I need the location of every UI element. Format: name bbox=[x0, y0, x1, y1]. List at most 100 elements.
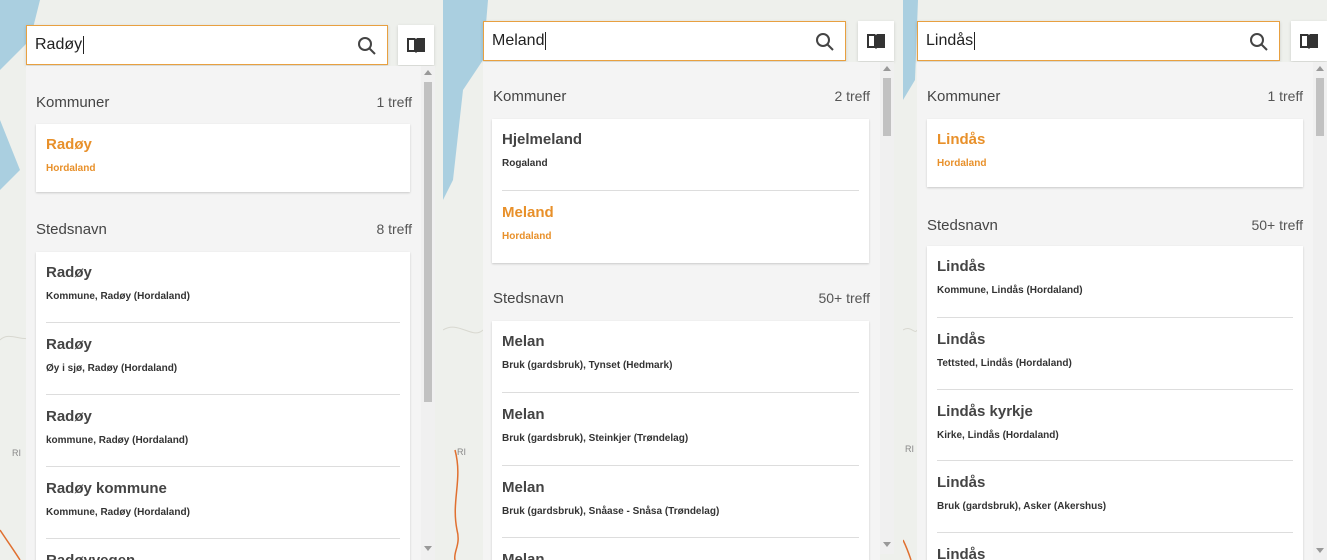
section-count: 50+ treff bbox=[818, 290, 870, 306]
divider bbox=[937, 460, 1293, 461]
list-item[interactable]: Radøyvegen bbox=[46, 540, 400, 560]
item-sub: Kommune, Lindås (Hordaland) bbox=[937, 285, 1083, 296]
book-icon bbox=[867, 34, 885, 49]
section-header-stedsnavn: Stedsnavn 50+ treff bbox=[483, 280, 880, 316]
item-sub: Hordaland bbox=[46, 163, 96, 174]
scrollbar-thumb[interactable] bbox=[1316, 78, 1324, 136]
map-label: RI bbox=[905, 444, 914, 454]
item-name: Radøy bbox=[46, 336, 92, 353]
item-name: Melan bbox=[502, 551, 545, 560]
section-header-stedsnavn: Stedsnavn 8 treff bbox=[26, 211, 422, 247]
scrollbar-thumb[interactable] bbox=[883, 78, 891, 136]
scrollbar[interactable] bbox=[880, 62, 894, 554]
item-name: Lindås bbox=[937, 131, 986, 148]
search-icon[interactable] bbox=[815, 32, 835, 52]
list-item[interactable]: Lindås Tettsted, Lindås (Hordaland) bbox=[937, 319, 1293, 369]
divider bbox=[502, 392, 859, 393]
list-item[interactable]: Radøy Øy i sjø, Radøy (Hordaland) bbox=[46, 324, 400, 374]
section-title: Kommuner bbox=[36, 93, 110, 111]
divider bbox=[46, 466, 400, 467]
divider bbox=[46, 322, 400, 323]
book-button[interactable] bbox=[1291, 21, 1327, 61]
section-header-kommuner: Kommuner 1 treff bbox=[917, 78, 1313, 114]
item-sub: Øy i sjø, Radøy (Hordaland) bbox=[46, 363, 178, 374]
search-input[interactable]: Radøy bbox=[26, 25, 388, 65]
item-sub: Hordaland bbox=[937, 158, 987, 169]
section-title: Stedsnavn bbox=[493, 289, 564, 307]
item-sub: Kommune, Radøy (Hordaland) bbox=[46, 507, 190, 518]
results-list[interactable]: Kommuner 2 treff Hjelmeland Rogaland Mel… bbox=[483, 62, 880, 560]
divider bbox=[937, 317, 1293, 318]
book-button[interactable] bbox=[858, 21, 894, 61]
item-name: Melan bbox=[502, 406, 545, 423]
list-item[interactable]: Lindås Bruk (gardsbruk), Asker (Akershus… bbox=[937, 462, 1293, 512]
item-name: Radøy kommune bbox=[46, 480, 167, 497]
list-item[interactable]: Radøy kommune Kommune, Radøy (Hordaland) bbox=[46, 468, 400, 518]
section-count: 8 treff bbox=[376, 221, 412, 237]
search-input[interactable]: Meland bbox=[483, 21, 846, 61]
list-item[interactable]: Radøy Kommune, Radøy (Hordaland) bbox=[46, 252, 400, 302]
book-button[interactable] bbox=[398, 25, 434, 65]
search-input-value: Lindås bbox=[926, 32, 974, 49]
list-item[interactable]: Lindås Hordaland bbox=[937, 119, 1293, 169]
section-count: 50+ treff bbox=[1251, 217, 1303, 233]
results-list[interactable]: Kommuner 1 treff Lindås Hordaland Stedsn… bbox=[917, 62, 1313, 560]
section-count: 1 treff bbox=[376, 94, 412, 110]
divider bbox=[937, 532, 1293, 533]
list-item[interactable]: Lindås bbox=[937, 534, 1293, 560]
section-title: Stedsnavn bbox=[927, 216, 998, 234]
item-sub: kommune, Radøy (Hordaland) bbox=[46, 435, 189, 446]
item-sub: Bruk (gardsbruk), Asker (Akershus) bbox=[937, 501, 1107, 512]
section-count: 2 treff bbox=[834, 88, 870, 104]
results-list[interactable]: Kommuner 1 treff Radøy Hordaland Stedsna… bbox=[26, 66, 422, 560]
list-item[interactable]: Melan Bruk (gardsbruk), Steinkjer (Trønd… bbox=[502, 394, 859, 444]
section-title: Stedsnavn bbox=[36, 220, 107, 238]
search-panel-meland: RI Meland Kommuner 2 treff Hjelmeland Ro… bbox=[443, 0, 903, 560]
item-name: Hjelmeland bbox=[502, 131, 583, 148]
section-title: Kommuner bbox=[493, 87, 567, 105]
item-sub: Kirke, Lindås (Hordaland) bbox=[937, 430, 1059, 441]
search-input-value: Meland bbox=[492, 32, 545, 49]
map-label: RI bbox=[457, 447, 466, 457]
list-item[interactable]: Melan Bruk (gardsbruk), Snåase - Snåsa (… bbox=[502, 467, 859, 517]
section-header-kommuner: Kommuner 2 treff bbox=[483, 78, 880, 114]
list-item[interactable]: Meland Hordaland bbox=[502, 192, 859, 242]
list-item[interactable]: Melan Bruk (gardsbruk), Tynset (Hedmark) bbox=[502, 321, 859, 371]
section-title: Kommuner bbox=[927, 87, 1001, 105]
list-item[interactable]: Melan bbox=[502, 539, 859, 560]
list-item[interactable]: Hjelmeland Rogaland bbox=[502, 119, 859, 169]
kommuner-card: Hjelmeland Rogaland Meland Hordaland bbox=[492, 119, 869, 263]
stedsnavn-card: Lindås Kommune, Lindås (Hordaland) Lindå… bbox=[927, 246, 1303, 560]
search-panel-radoy: RI Radøy Kommuner 1 treff Radøy Hordalan… bbox=[0, 0, 443, 560]
search-panel-lindas: RI Lindås Kommuner 1 treff Lindås Hordal… bbox=[903, 0, 1327, 560]
item-name: Melan bbox=[502, 333, 545, 350]
item-sub: Bruk (gardsbruk), Steinkjer (Trøndelag) bbox=[502, 433, 689, 444]
search-icon[interactable] bbox=[1249, 32, 1269, 52]
stedsnavn-card: Melan Bruk (gardsbruk), Tynset (Hedmark)… bbox=[492, 321, 869, 560]
book-icon bbox=[1300, 34, 1318, 49]
list-item[interactable]: Lindås Kommune, Lindås (Hordaland) bbox=[937, 246, 1293, 296]
divider bbox=[46, 394, 400, 395]
search-icon[interactable] bbox=[357, 36, 377, 56]
list-item[interactable]: Lindås kyrkje Kirke, Lindås (Hordaland) bbox=[937, 391, 1293, 441]
item-sub: Rogaland bbox=[502, 158, 548, 169]
divider bbox=[502, 537, 859, 538]
search-input[interactable]: Lindås bbox=[917, 21, 1280, 61]
item-sub: Kommune, Radøy (Hordaland) bbox=[46, 291, 190, 302]
item-sub: Bruk (gardsbruk), Tynset (Hedmark) bbox=[502, 360, 673, 371]
item-name: Lindås bbox=[937, 474, 986, 491]
list-item[interactable]: Radøy Hordaland bbox=[46, 124, 400, 174]
list-item[interactable]: Radøy kommune, Radøy (Hordaland) bbox=[46, 396, 400, 446]
scrollbar-thumb[interactable] bbox=[424, 82, 432, 402]
divider bbox=[937, 389, 1293, 390]
scrollbar[interactable] bbox=[421, 66, 435, 560]
item-name: Radøy bbox=[46, 264, 92, 281]
scrollbar[interactable] bbox=[1313, 62, 1327, 560]
section-count: 1 treff bbox=[1267, 88, 1303, 104]
stedsnavn-card: Radøy Kommune, Radøy (Hordaland) Radøy Ø… bbox=[36, 252, 410, 560]
divider bbox=[502, 465, 859, 466]
item-name: Meland bbox=[502, 204, 554, 221]
section-header-stedsnavn: Stedsnavn 50+ treff bbox=[917, 207, 1313, 243]
search-input-value: Radøy bbox=[35, 36, 83, 53]
section-header-kommuner: Kommuner 1 treff bbox=[26, 84, 422, 120]
